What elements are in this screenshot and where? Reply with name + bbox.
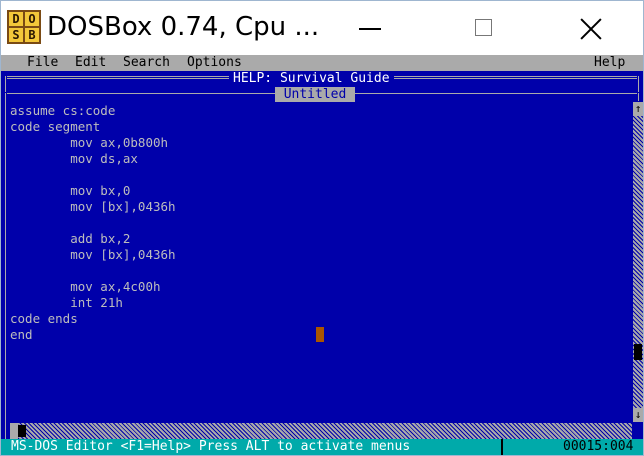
dos-screen[interactable]: File Edit Search Options Help HELP: Surv…	[1, 55, 643, 455]
close-button[interactable]	[567, 1, 613, 55]
code-line: assume cs:code	[10, 103, 116, 118]
cursor-position: 00015:004	[563, 439, 634, 454]
help-frame-left	[5, 76, 6, 92]
code-line: code ends	[10, 311, 78, 326]
code-line: mov [bx],0436h	[10, 199, 176, 214]
status-bar: MS-DOS Editor <F1=Help> Press ALT to act…	[1, 439, 643, 455]
status-text: MS-DOS Editor <F1=Help> Press ALT to act…	[11, 439, 411, 454]
code-line: mov ds,ax	[10, 151, 138, 166]
help-window-title[interactable]: HELP: Survival Guide	[229, 71, 394, 86]
status-divider	[501, 439, 503, 455]
code-line: code segment	[10, 119, 101, 134]
maximize-button[interactable]	[461, 1, 507, 55]
menu-edit[interactable]: Edit	[75, 55, 106, 71]
dosbox-window: D O S B DOSBox 0.74, Cpu ... File Edit S…	[0, 0, 644, 456]
menu-search[interactable]: Search	[123, 55, 170, 71]
dosbox-logo-icon: D O S B	[7, 10, 41, 44]
scroll-down-icon[interactable]: ↓	[633, 408, 643, 422]
menu-options[interactable]: Options	[187, 55, 242, 71]
logo-letter: S	[9, 28, 23, 42]
code-line: mov bx,0	[10, 183, 131, 198]
code-line: mov ax,4c00h	[10, 279, 161, 294]
maximize-icon	[475, 19, 492, 36]
title-bar[interactable]: D O S B DOSBox 0.74, Cpu ...	[1, 1, 643, 55]
horizontal-scroll-thumb[interactable]	[18, 425, 26, 437]
menu-help[interactable]: Help	[594, 55, 625, 71]
logo-letter: B	[25, 28, 39, 42]
vertical-scrollbar[interactable]: ↑ ↓	[633, 102, 643, 422]
code-line: add bx,2	[10, 231, 131, 246]
editor-frame-right	[638, 93, 639, 101]
minimize-icon	[359, 28, 381, 30]
scroll-left-icon[interactable]	[10, 423, 18, 439]
code-line: int 21h	[10, 295, 123, 310]
window-title: DOSBox 0.74, Cpu ...	[47, 12, 320, 42]
logo-letter: O	[25, 12, 39, 26]
text-cursor	[316, 327, 324, 342]
help-frame-right	[638, 76, 639, 92]
menu-file[interactable]: File	[27, 55, 58, 71]
document-title[interactable]: Untitled	[275, 87, 355, 102]
horizontal-scrollbar[interactable]	[10, 423, 632, 439]
minimize-button[interactable]	[347, 1, 393, 55]
vertical-scroll-thumb[interactable]	[634, 344, 642, 360]
logo-letter: D	[9, 12, 23, 26]
code-line: mov ax,0b800h	[10, 135, 169, 150]
scroll-up-icon[interactable]: ↑	[633, 102, 643, 116]
menu-bar: File Edit Search Options Help	[1, 55, 643, 71]
code-line: mov [bx],0436h	[10, 247, 176, 262]
editor-frame-left	[5, 93, 6, 439]
code-editor[interactable]: assume cs:code code segment mov ax,0b800…	[10, 103, 630, 421]
